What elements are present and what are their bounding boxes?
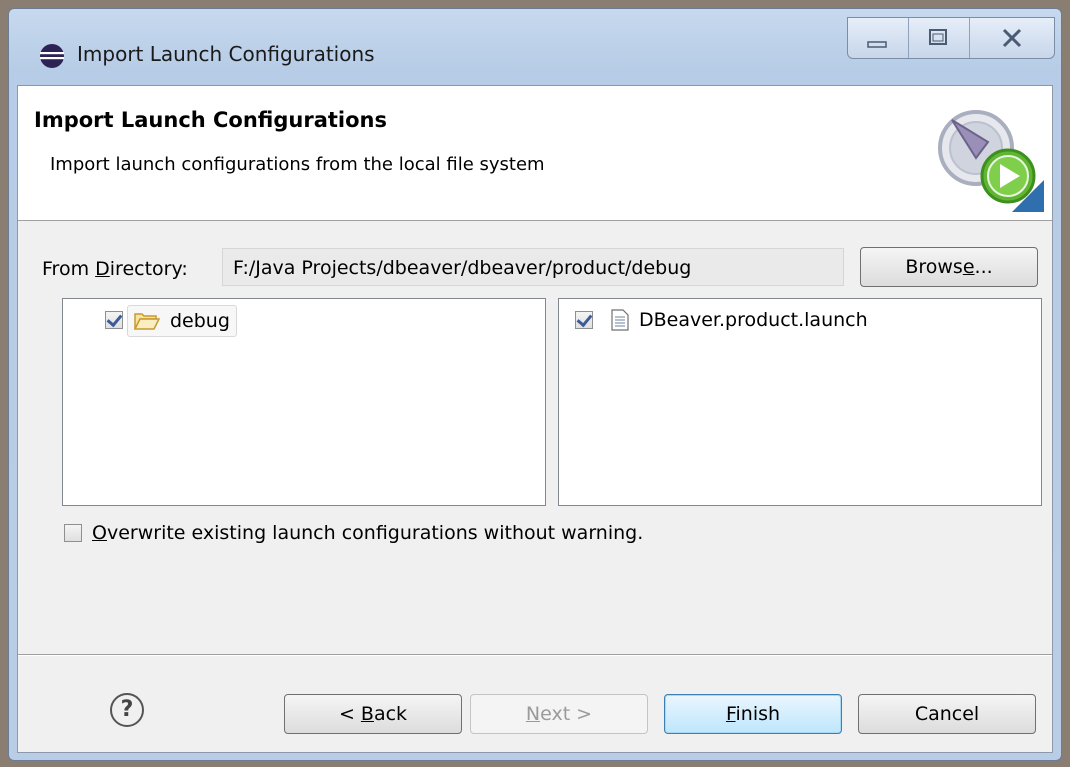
file-name: DBeaver.product.launch	[639, 309, 868, 331]
list-item[interactable]: DBeaver.product.launch	[611, 309, 868, 331]
help-icon[interactable]: ?	[110, 693, 144, 727]
back-button[interactable]: < Back	[284, 694, 462, 734]
maximize-button[interactable]	[909, 18, 970, 58]
close-icon	[1002, 28, 1022, 48]
minimize-icon	[867, 41, 887, 48]
file-checkbox[interactable]	[575, 311, 593, 329]
tree-item-debug[interactable]: debug	[127, 305, 237, 337]
window-title: Import Launch Configurations	[77, 42, 375, 66]
minimize-button[interactable]	[848, 18, 909, 58]
wizard-banner: Import Launch Configurations Import laun…	[18, 86, 1052, 221]
finish-button[interactable]: Finish	[664, 694, 842, 734]
cancel-button[interactable]: Cancel	[858, 694, 1036, 734]
title-bar[interactable]: Import Launch Configurations	[9, 9, 1061, 85]
window-controls	[847, 17, 1055, 59]
banner-title: Import Launch Configurations	[34, 108, 388, 132]
dialog-client-area: Import Launch Configurations Import laun…	[17, 85, 1053, 753]
launch-files-list[interactable]: DBeaver.product.launch	[558, 298, 1042, 506]
file-icon	[611, 309, 629, 331]
next-button[interactable]: Next >	[470, 694, 648, 734]
launch-wizard-icon	[938, 110, 1044, 212]
directory-field[interactable]: F:/Java Projects/dbeaver/dbeaver/product…	[222, 248, 844, 286]
eclipse-icon	[40, 44, 64, 68]
folder-open-icon	[134, 313, 160, 330]
overwrite-checkbox[interactable]	[64, 524, 82, 542]
folder-checkbox[interactable]	[105, 311, 123, 329]
footer-separator	[18, 654, 1052, 656]
close-button[interactable]	[970, 18, 1054, 58]
overwrite-label: Overwrite existing launch configurations…	[92, 522, 644, 544]
tree-item-label: debug	[170, 310, 230, 332]
restore-icon	[929, 29, 947, 45]
browse-button[interactable]: Browse...	[860, 247, 1038, 287]
banner-description: Import launch configurations from the lo…	[50, 154, 545, 175]
import-dialog-window: Import Launch Configurations Import Laun…	[8, 8, 1062, 761]
overwrite-option[interactable]: Overwrite existing launch configurations…	[64, 522, 643, 544]
from-directory-label: From Directory:	[42, 258, 188, 280]
directory-tree[interactable]: debug	[62, 298, 546, 506]
